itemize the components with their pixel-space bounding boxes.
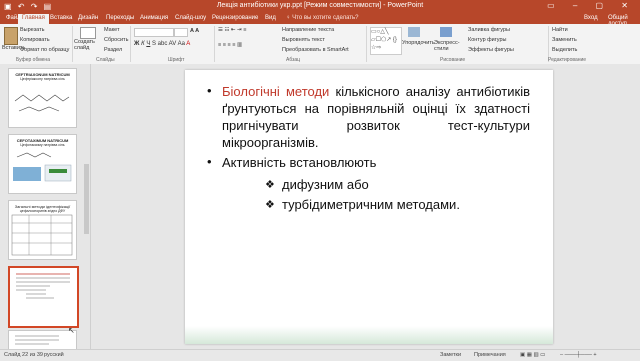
- font-size-box[interactable]: [174, 28, 188, 37]
- ribbon-separator: [130, 26, 131, 62]
- language-indicator[interactable]: русский: [44, 352, 64, 358]
- structure-formula-image: [14, 94, 70, 112]
- font-grow-icon[interactable]: A A: [190, 28, 199, 34]
- quick-styles-button[interactable]: Экспресс-стили: [434, 40, 464, 52]
- arrange-icon[interactable]: [408, 27, 420, 37]
- zoom-slider[interactable]: – ───┼─── +: [560, 352, 597, 358]
- replace-button[interactable]: Заменить: [552, 37, 577, 43]
- slide-canvas[interactable]: • Біологічні методи кількісного аналізу …: [185, 70, 553, 344]
- mouse-cursor-icon: ↖: [68, 326, 75, 335]
- tab-insert[interactable]: Вставка: [50, 15, 72, 21]
- window-title: Лекція антибіотики укр.ppt [Режим совмес…: [216, 2, 424, 9]
- paragraph-1[interactable]: Біологічні методи кількісного аналізу ан…: [222, 83, 530, 151]
- find-button[interactable]: Найти: [552, 27, 568, 33]
- tab-slideshow[interactable]: Слайд-шоу: [175, 15, 206, 21]
- ribbon-separator: [214, 26, 215, 62]
- tab-transitions[interactable]: Переходы: [106, 15, 134, 21]
- ribbon-separator: [72, 26, 73, 62]
- slide-counter: Слайд 22 из 39: [4, 352, 43, 358]
- slide-thumbnail[interactable]: CEFOTAXIMUM NATRICUM Цефотаксиму натрієв…: [8, 134, 77, 194]
- cut-button[interactable]: Вырезать: [20, 27, 44, 33]
- shape-outline-button[interactable]: Контур фигуры: [468, 37, 506, 43]
- smartart-button[interactable]: Преобразовать в SmartArt: [282, 47, 349, 53]
- next-slide-preview: [15, 335, 59, 345]
- tab-review[interactable]: Рецензирование: [212, 15, 258, 21]
- quick-styles-icon[interactable]: [440, 27, 452, 37]
- window-controls[interactable]: ▭ – ▢ ✕: [547, 1, 636, 10]
- paste-icon[interactable]: [4, 27, 18, 45]
- slides-group-label: Слайды: [96, 57, 115, 63]
- view-buttons[interactable]: ▣ ▦ ▥ ▭: [520, 352, 545, 358]
- tab-design[interactable]: Дизайн: [78, 15, 98, 21]
- editing-group-label: Редактирование: [548, 57, 587, 63]
- font-name-box[interactable]: [134, 28, 174, 37]
- slide-thumbnail-panel[interactable]: CEFTRIAXONUM NATRICUM Цефтріаксону натрі…: [0, 64, 91, 352]
- diamond-bullet-icon: ❖: [265, 179, 275, 191]
- tab-view[interactable]: Вид: [265, 15, 276, 21]
- section-button[interactable]: Раздел: [104, 47, 122, 53]
- slide-thumbnail[interactable]: Загальні методи ідентифікації цефалоспор…: [8, 200, 77, 260]
- ribbon-tabs: Файл Главная Вставка Дизайн Переходы Ани…: [0, 14, 640, 27]
- highlighted-term: Біологічні методи: [222, 84, 330, 99]
- text-direction-button[interactable]: Направление текста: [282, 27, 334, 33]
- shapes-gallery[interactable]: ▭○△╲ ▱☐⬠↗ {}☆⇨: [370, 27, 402, 55]
- status-bar: Слайд 22 из 39 русский Заметки Примечани…: [0, 349, 640, 361]
- slide-thumbnail-selected[interactable]: [8, 266, 79, 328]
- tell-me-box[interactable]: ♀ Что вы хотите сделать?: [286, 15, 359, 21]
- ribbon-separator: [366, 26, 367, 62]
- notes-button[interactable]: Заметки: [440, 352, 461, 358]
- font-group-label: Шрифт: [168, 57, 185, 63]
- title-bar: ▣ ↶ ↷ ▤ Лекція антибіотики укр.ppt [Режи…: [0, 0, 640, 14]
- paragraph-group-label: Абзац: [286, 57, 301, 63]
- align-text-button[interactable]: Выровнять текст: [282, 37, 325, 43]
- clipboard-group-label: Буфер обмена: [16, 57, 50, 63]
- sub-bullet-1[interactable]: дифузним або: [282, 176, 369, 193]
- reset-button[interactable]: Сбросить: [104, 37, 128, 43]
- format-painter-button[interactable]: Формат по образцу: [20, 47, 69, 53]
- bullet-marker: •: [207, 83, 212, 98]
- current-slide-preview: [16, 273, 70, 299]
- login-link[interactable]: Вход: [584, 15, 598, 21]
- layout-button[interactable]: Макет: [104, 27, 120, 33]
- paragraph-2[interactable]: Активність встановлюють: [222, 154, 376, 171]
- copy-button[interactable]: Копировать: [20, 37, 50, 43]
- drug-package-image: [13, 152, 72, 182]
- list-icons[interactable]: ☰ ☷ ⇤ ⇥ ≡: [218, 27, 246, 33]
- bullet-marker: •: [207, 154, 212, 169]
- shape-effects-button[interactable]: Эффекты фигуры: [468, 47, 514, 53]
- methods-table-image: [11, 214, 73, 256]
- slide-footer-band: [185, 326, 553, 344]
- shape-fill-button[interactable]: Заливка фигуры: [468, 27, 510, 33]
- ribbon: Вставить Вырезать Копировать Формат по о…: [0, 24, 640, 65]
- drawing-group-label: Рисование: [440, 57, 466, 63]
- align-icons[interactable]: ≡ ≡ ≡ ≡ ▥: [218, 42, 242, 48]
- tab-animation[interactable]: Анимация: [140, 15, 168, 21]
- font-format-icons[interactable]: Ж К Ч S abc AV Aa A: [134, 41, 190, 47]
- slide-thumbnail[interactable]: CEFTRIAXONUM NATRICUM Цефтріаксону натрі…: [8, 68, 77, 128]
- sub-bullet-2[interactable]: турбідиметричним методами.: [282, 196, 460, 213]
- new-slide-button[interactable]: Создать слайд: [74, 39, 100, 51]
- thumbnail-scrollbar[interactable]: [84, 164, 89, 234]
- select-button[interactable]: Выделить: [552, 47, 577, 53]
- arrange-button[interactable]: Упорядочить: [402, 40, 435, 46]
- comments-button[interactable]: Примечания: [474, 352, 506, 358]
- new-slide-icon[interactable]: [80, 27, 96, 39]
- diamond-bullet-icon: ❖: [265, 199, 275, 211]
